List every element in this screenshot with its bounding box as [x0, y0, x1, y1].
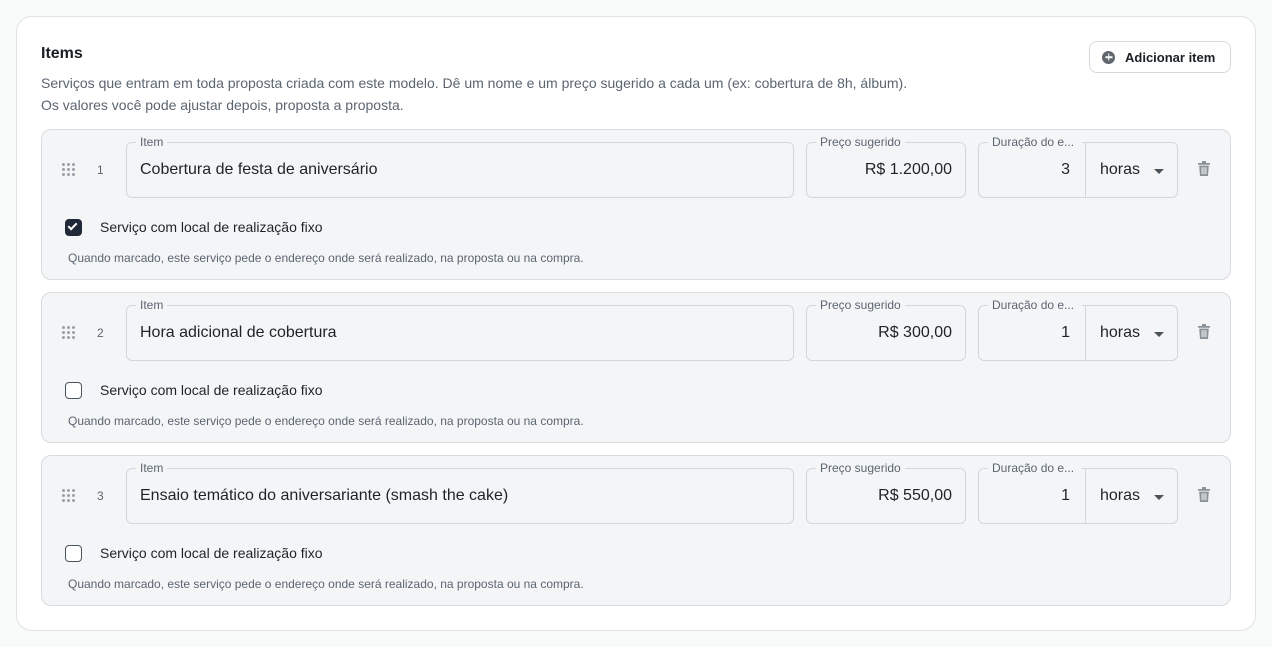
fixed-location-checkbox[interactable] — [65, 219, 82, 236]
item-unit-value: horas — [1100, 487, 1141, 504]
fixed-location-checkbox[interactable] — [65, 545, 82, 562]
fixed-location-hint: Quando marcado, este serviço pede o ende… — [68, 414, 584, 428]
trash-icon[interactable] — [1198, 161, 1210, 176]
drag-handle-icon[interactable] — [62, 326, 76, 342]
item-unit-select[interactable]: horas — [1085, 468, 1178, 524]
item-unit-select[interactable]: horas — [1085, 305, 1178, 361]
section-description-line-1: Serviços que entram em toda proposta cri… — [41, 75, 908, 91]
item-price-value: R$ 300,00 — [878, 324, 952, 341]
item-number: 1 — [97, 163, 104, 177]
fixed-location-label: Serviço com local de realização fixo — [100, 219, 323, 235]
item-duration-field[interactable]: Duração do e... 3 — [978, 135, 1086, 198]
item-name-field[interactable]: Item Ensaio temático do aniversariante (… — [126, 461, 794, 524]
drag-handle-icon[interactable] — [62, 489, 76, 505]
item-name-value: Hora adicional de cobertura — [140, 324, 337, 341]
trash-icon[interactable] — [1198, 487, 1210, 502]
item-price-field[interactable]: Preço sugerido R$ 550,00 — [806, 461, 966, 524]
item-name-field[interactable]: Item Hora adicional de cobertura — [126, 298, 794, 361]
caret-down-icon — [1154, 332, 1164, 337]
item-unit-select[interactable]: horas — [1085, 142, 1178, 198]
add-item-button[interactable]: Adicionar item — [1089, 41, 1231, 73]
fixed-location-hint: Quando marcado, este serviço pede o ende… — [68, 251, 584, 265]
item-unit-value: horas — [1100, 161, 1141, 178]
item-name-field[interactable]: Item Cobertura de festa de aniversário — [126, 135, 794, 198]
item-price-value: R$ 1.200,00 — [864, 161, 952, 178]
check-icon — [67, 220, 78, 231]
drag-handle-icon[interactable] — [62, 163, 76, 179]
item-duration-field[interactable]: Duração do e... 1 — [978, 461, 1086, 524]
item-row: 2 Item Hora adicional de cobertura Preço… — [41, 292, 1231, 443]
fixed-location-label: Serviço com local de realização fixo — [100, 545, 323, 561]
fixed-location-hint: Quando marcado, este serviço pede o ende… — [68, 577, 584, 591]
item-row: 3 Item Ensaio temático do aniversariante… — [41, 455, 1231, 606]
section-description: Serviços que entram em toda proposta cri… — [41, 72, 1041, 116]
caret-down-icon — [1154, 495, 1164, 500]
item-price-field[interactable]: Preço sugerido R$ 1.200,00 — [806, 135, 966, 198]
item-duration-value: 1 — [1061, 487, 1070, 504]
trash-icon[interactable] — [1198, 324, 1210, 339]
item-number: 2 — [97, 326, 104, 340]
item-name-value: Ensaio temático do aniversariante (smash… — [140, 487, 509, 504]
caret-down-icon — [1154, 169, 1164, 174]
item-price-value: R$ 550,00 — [878, 487, 952, 504]
section-title: Items — [41, 45, 83, 62]
item-duration-field[interactable]: Duração do e... 1 — [978, 298, 1086, 361]
item-unit-value: horas — [1100, 324, 1141, 341]
item-price-field[interactable]: Preço sugerido R$ 300,00 — [806, 298, 966, 361]
plus-circle-icon — [1102, 50, 1115, 64]
add-item-button-label: Adicionar item — [1125, 49, 1216, 65]
item-name-value: Cobertura de festa de aniversário — [140, 161, 378, 178]
fixed-location-label: Serviço com local de realização fixo — [100, 382, 323, 398]
item-number: 3 — [97, 489, 104, 503]
item-row: 1 Item Cobertura de festa de aniversário… — [41, 129, 1231, 280]
section-description-line-2: Os valores você pode ajustar depois, pro… — [41, 97, 404, 113]
item-duration-value: 1 — [1061, 324, 1070, 341]
fixed-location-checkbox[interactable] — [65, 382, 82, 399]
item-duration-value: 3 — [1061, 161, 1070, 178]
items-card: Items Serviços que entram em toda propos… — [16, 16, 1256, 631]
